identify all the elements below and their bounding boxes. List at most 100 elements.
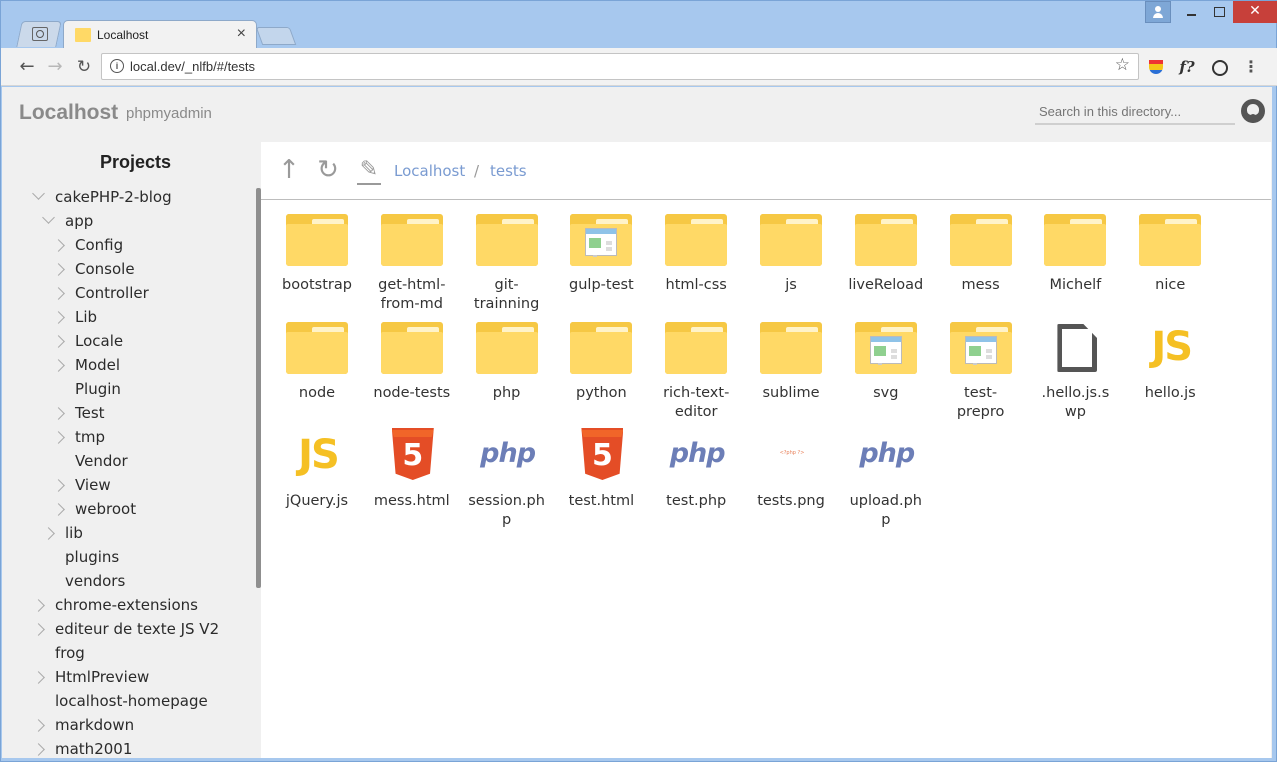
sidebar-item[interactable]: Config	[52, 233, 123, 257]
breadcrumb-current[interactable]: tests	[490, 162, 527, 180]
file-name: test-prepro	[956, 385, 1005, 420]
sidebar-item[interactable]: HtmlPreview	[32, 665, 149, 689]
sidebar-item-label: View	[75, 476, 111, 494]
sidebar-item[interactable]: Model	[52, 353, 121, 377]
sidebar-title: Projects	[99, 152, 172, 172]
chevron-right-icon[interactable]	[52, 311, 65, 324]
address-bar[interactable]: i local.dev/_nlfb/#/tests ☆	[101, 53, 1139, 80]
sidebar-item[interactable]: webroot	[52, 497, 137, 521]
edit-pencil-icon[interactable]: ✎	[355, 156, 383, 185]
folder-icon	[286, 320, 348, 376]
brand-link[interactable]: Localhost	[19, 101, 118, 125]
reload-icon[interactable]: ↻	[73, 56, 95, 78]
file-name: hello.js	[1144, 385, 1196, 401]
up-arrow-icon[interactable]: ↑	[275, 156, 303, 184]
sidebar-item[interactable]: markdown	[32, 713, 134, 737]
file-name: test.php	[666, 493, 727, 509]
sidebar-item[interactable]: editeur de texte JS V2	[32, 617, 219, 641]
sidebar-item-label: tmp	[75, 428, 106, 446]
sidebar-item[interactable]: localhost-homepage	[34, 689, 208, 713]
sidebar-item[interactable]: Controller	[52, 281, 149, 305]
forward-arrow-icon[interactable]: →	[44, 56, 66, 78]
php-icon: php	[480, 438, 536, 469]
chevron-right-icon[interactable]	[32, 719, 45, 732]
back-arrow-icon[interactable]: ←	[16, 56, 38, 78]
chevron-down-icon[interactable]	[32, 187, 45, 200]
folder-icon	[475, 320, 538, 376]
file-name: session.ph p	[468, 493, 545, 528]
sidebar-item-label: webroot	[75, 500, 137, 518]
sidebar-item[interactable]: tmp	[52, 425, 106, 449]
tab-close-button[interactable]: ×	[237, 25, 246, 43]
sidebar-item[interactable]: Vendor	[54, 449, 128, 473]
bookmark-star-icon[interactable]: ☆	[1115, 55, 1130, 75]
chevron-right-icon[interactable]	[52, 335, 65, 348]
chevron-right-icon[interactable]	[52, 503, 65, 516]
phpmyadmin-link[interactable]: phpmyadmin	[126, 105, 212, 122]
site-info-icon[interactable]: i	[110, 59, 124, 73]
sidebar-item[interactable]: Console	[52, 257, 135, 281]
sidebar-item[interactable]: math2001	[32, 737, 133, 758]
sidebar-item[interactable]: frog	[34, 641, 85, 665]
minimize-button[interactable]	[1177, 1, 1205, 23]
extension-sync-icon[interactable]	[1209, 57, 1229, 77]
browser-menu-icon[interactable]: ⋮	[1241, 57, 1261, 77]
sidebar-item[interactable]: cakePHP-2-blog	[32, 185, 172, 209]
sidebar-item[interactable]: View	[52, 473, 111, 497]
user-profile-icon[interactable]	[1145, 1, 1171, 23]
folder-preview-icon	[949, 320, 1012, 376]
new-tab-button[interactable]	[255, 27, 297, 45]
github-icon[interactable]	[1241, 99, 1265, 123]
file-name: jQuery.js	[285, 493, 349, 509]
chevron-right-icon[interactable]	[32, 743, 45, 756]
chevron-down-icon[interactable]	[42, 211, 55, 224]
chevron-right-icon[interactable]	[52, 479, 65, 492]
directory-search-input[interactable]	[1035, 99, 1235, 125]
chevron-right-icon[interactable]	[52, 263, 65, 276]
browser-tab[interactable]: Localhost ×	[63, 20, 257, 49]
file-name: liveReload	[848, 277, 924, 293]
file-browser: ↑ ↻ ✎ Localhost / tests bootstrap get-htm…	[261, 142, 1271, 758]
refresh-icon[interactable]: ↻	[314, 156, 342, 184]
sidebar-item[interactable]: Lib	[52, 305, 97, 329]
sidebar-item[interactable]: lib	[42, 521, 83, 545]
tab-title: Localhost	[97, 28, 149, 42]
chevron-right-icon[interactable]	[52, 239, 65, 252]
chevron-right-icon[interactable]	[52, 407, 65, 420]
sidebar-item[interactable]: app	[42, 209, 93, 233]
sidebar-item-label: math2001	[55, 740, 133, 758]
sidebar-item[interactable]: Test	[52, 401, 105, 425]
sidebar-item[interactable]: Locale	[52, 329, 123, 353]
chevron-right-icon[interactable]	[52, 359, 65, 372]
window-close-button[interactable]: ✕	[1233, 1, 1277, 23]
url-text[interactable]: local.dev/_nlfb/#/tests	[130, 59, 255, 74]
extension-tricolor-icon[interactable]	[1146, 57, 1166, 77]
sidebar-item[interactable]: Plugin	[54, 377, 121, 401]
javascript-icon: JS	[298, 432, 340, 478]
sidebar-item-label: vendors	[65, 572, 126, 590]
file-name: get-html-from-md	[378, 277, 446, 312]
maximize-button[interactable]	[1206, 1, 1232, 23]
file-name: rich-text-editor	[663, 385, 730, 420]
folder-preview-icon	[570, 212, 633, 268]
extension-function-icon[interactable]: f?	[1177, 57, 1197, 77]
search-tabs-icon	[32, 27, 48, 41]
folder-icon	[1139, 212, 1202, 268]
chevron-right-icon[interactable]	[52, 431, 65, 444]
sidebar-item[interactable]: plugins	[44, 545, 119, 569]
folder-icon	[380, 212, 443, 268]
sidebar-item[interactable]: vendors	[44, 569, 125, 593]
sidebar-item-label: Model	[75, 356, 121, 374]
file-name: python	[576, 385, 627, 401]
chevron-right-icon[interactable]	[32, 671, 45, 684]
breadcrumb-root[interactable]: Localhost	[394, 162, 465, 180]
sidebar-item[interactable]: chrome-extensions	[32, 593, 198, 617]
chevron-right-icon[interactable]	[52, 287, 65, 300]
chevron-right-icon[interactable]	[32, 599, 45, 612]
php-icon: php	[859, 438, 915, 469]
tab-search-button[interactable]	[16, 21, 62, 47]
chevron-right-icon[interactable]	[32, 623, 45, 636]
chevron-right-icon[interactable]	[42, 527, 55, 540]
folder-preview-icon	[854, 320, 917, 376]
